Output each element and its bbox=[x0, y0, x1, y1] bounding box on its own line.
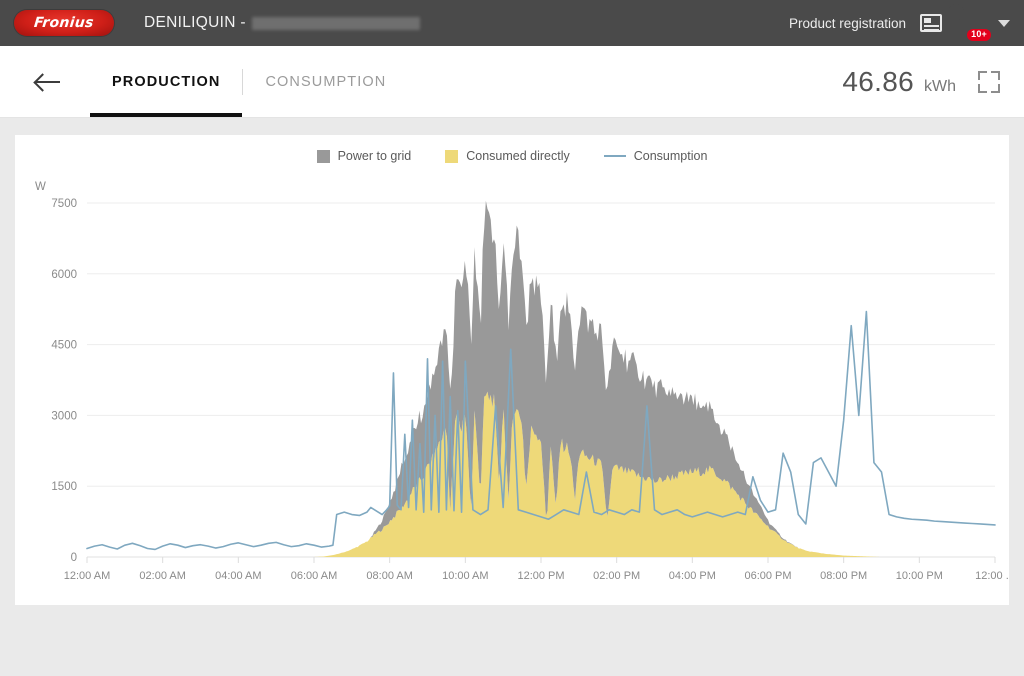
svg-text:08:00 AM: 08:00 AM bbox=[366, 570, 412, 582]
chart-card: Power to grid Consumed directly Consumpt… bbox=[15, 135, 1009, 605]
svg-text:1500: 1500 bbox=[51, 481, 77, 493]
production-consumption-chart[interactable]: 0 1500 3000 4500 6000 7500 12:00 AM 02:00 AM 04:… bbox=[15, 181, 1009, 605]
back-arrow-icon[interactable] bbox=[36, 72, 62, 92]
fullscreen-icon[interactable] bbox=[978, 70, 1000, 93]
legend-swatch-consumed-directly bbox=[445, 149, 459, 163]
svg-text:12:00 PM: 12:00 PM bbox=[517, 570, 564, 582]
legend-item-power-to-grid[interactable]: Power to grid bbox=[316, 149, 412, 163]
energy-unit: kWh bbox=[924, 77, 956, 95]
svg-text:6000: 6000 bbox=[51, 269, 77, 281]
tab-bar: PRODUCTION CONSUMPTION 46.86 kWh bbox=[0, 46, 1024, 118]
legend-label-consumption: Consumption bbox=[633, 149, 708, 163]
svg-text:10:00 AM: 10:00 AM bbox=[442, 570, 488, 582]
site-name-text: DENILIQUIN - bbox=[144, 14, 246, 31]
top-header-actions: Product registration 10+ bbox=[789, 11, 1010, 41]
svg-text:04:00 PM: 04:00 PM bbox=[669, 570, 716, 582]
svg-text:06:00 AM: 06:00 AM bbox=[291, 570, 337, 582]
plot-area: W 0 1500 3000 4500 6000 7500 12:00 AM 02:00 AM 0… bbox=[15, 181, 1009, 605]
registration-card-icon[interactable] bbox=[920, 14, 942, 32]
energy-summary: 46.86 kWh bbox=[842, 66, 1000, 98]
tab-production-label: PRODUCTION bbox=[112, 73, 221, 90]
legend-item-consumption[interactable]: Consumption bbox=[603, 149, 708, 163]
tab-list: PRODUCTION CONSUMPTION bbox=[90, 46, 408, 117]
top-header-bar: Fronius DENILIQUIN - Product registratio… bbox=[0, 0, 1024, 50]
svg-text:02:00 PM: 02:00 PM bbox=[593, 570, 640, 582]
chevron-down-icon[interactable] bbox=[998, 19, 1010, 27]
svg-text:4500: 4500 bbox=[51, 340, 77, 352]
svg-text:7500: 7500 bbox=[51, 198, 77, 210]
content-area: Power to grid Consumed directly Consumpt… bbox=[0, 118, 1024, 676]
fronius-logo-text: Fronius bbox=[33, 15, 95, 31]
svg-text:08:00 PM: 08:00 PM bbox=[820, 570, 867, 582]
notification-badge: 10+ bbox=[967, 29, 991, 41]
legend-item-consumed-directly[interactable]: Consumed directly bbox=[445, 149, 570, 163]
svg-text:02:00 AM: 02:00 AM bbox=[139, 570, 185, 582]
energy-value: 46.86 bbox=[842, 65, 914, 97]
svg-text:12:00 ...: 12:00 ... bbox=[975, 570, 1009, 582]
tab-consumption-label: CONSUMPTION bbox=[265, 73, 387, 90]
legend-label-consumed-directly: Consumed directly bbox=[466, 149, 570, 163]
svg-text:3000: 3000 bbox=[51, 410, 77, 422]
tab-consumption[interactable]: CONSUMPTION bbox=[243, 46, 408, 117]
svg-text:0: 0 bbox=[71, 552, 77, 564]
svg-text:04:00 AM: 04:00 AM bbox=[215, 570, 261, 582]
svg-text:06:00 PM: 06:00 PM bbox=[744, 570, 791, 582]
redacted-site-identifier bbox=[251, 16, 420, 30]
user-account-button[interactable]: 10+ bbox=[956, 11, 991, 41]
svg-text:12:00 AM: 12:00 AM bbox=[64, 570, 110, 582]
fronius-logo[interactable]: Fronius bbox=[14, 10, 114, 36]
svg-text:10:00 PM: 10:00 PM bbox=[896, 570, 943, 582]
chart-legend: Power to grid Consumed directly Consumpt… bbox=[15, 149, 1009, 163]
legend-label-power-to-grid: Power to grid bbox=[337, 149, 412, 163]
site-title: DENILIQUIN - bbox=[144, 14, 420, 32]
tab-production[interactable]: PRODUCTION bbox=[90, 46, 243, 117]
legend-swatch-consumption bbox=[603, 155, 626, 157]
legend-swatch-power-to-grid bbox=[316, 149, 330, 163]
product-registration-link[interactable]: Product registration bbox=[789, 16, 906, 31]
